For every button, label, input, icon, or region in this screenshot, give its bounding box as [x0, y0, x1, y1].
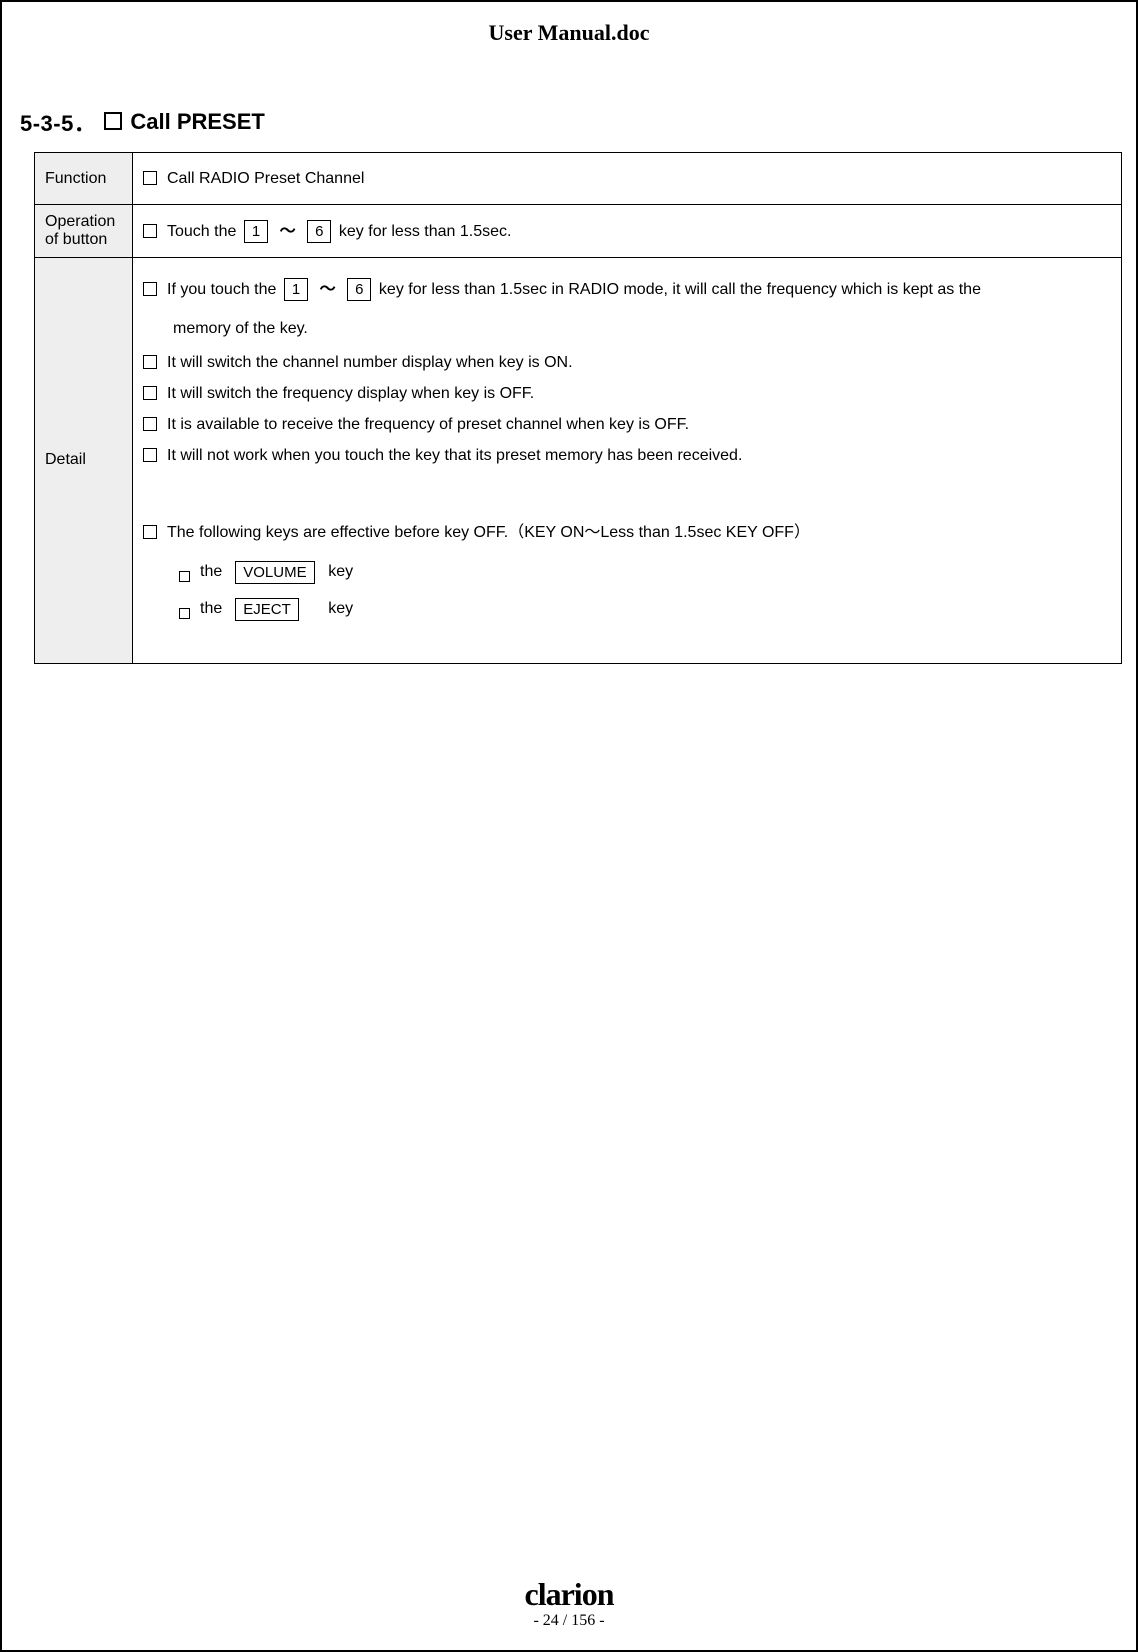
detail-bullet: It will switch the channel number displa…: [143, 349, 1111, 376]
sub-pre: the: [200, 563, 222, 581]
operation-cell: Touch the 1 ～ 6 key for less than 1.5sec…: [133, 205, 1122, 258]
doc-title: User Manual.doc: [16, 20, 1122, 46]
detail-bullet: It is available to receive the frequency…: [143, 411, 1111, 438]
sub-bullets: the VOLUME key the EJECT key: [179, 561, 1111, 621]
checkbox-icon: [143, 224, 157, 238]
text-fragment: If you touch the: [167, 281, 276, 298]
sub-post: key: [328, 563, 353, 581]
keycap-1: 1: [284, 278, 308, 301]
effective-keys-line: The following keys are effective before …: [143, 519, 1111, 546]
function-label: Function: [35, 153, 133, 205]
operation-text: Touch the 1 ～ 6 key for less than 1.5sec…: [167, 218, 511, 245]
checkbox-icon: [143, 355, 157, 369]
detail-text-1-cont: memory of the key.: [173, 315, 1111, 342]
detail-item-1: If you touch the 1 ～ 6 key for less than…: [143, 276, 1111, 303]
section-title: Call PRESET: [130, 109, 264, 135]
operation-item: Touch the 1 ～ 6 key for less than 1.5sec…: [143, 218, 1111, 245]
section-heading: 5-3-5． Call PRESET: [16, 106, 1122, 138]
checkbox-icon: [104, 112, 122, 130]
page-number: - 24 / 156 -: [2, 1612, 1136, 1630]
tilde-icon: ～: [280, 223, 296, 240]
keycap-1: 1: [244, 220, 268, 243]
checkbox-icon: [143, 417, 157, 431]
function-item: Call RADIO Preset Channel: [143, 165, 1111, 192]
footer: clarion - 24 / 156 -: [2, 1578, 1136, 1630]
detail-cell: If you touch the 1 ～ 6 key for less than…: [133, 258, 1122, 663]
checkbox-icon: [179, 608, 190, 619]
tilde-icon: ～: [320, 281, 336, 298]
text-fragment: Touch the: [167, 223, 236, 240]
detail-bullet: It will not work when you touch the key …: [143, 442, 1111, 469]
bullet-text: It will switch the frequency display whe…: [167, 380, 534, 407]
bullet-text: It is available to receive the frequency…: [167, 411, 689, 438]
sub-pre: the: [200, 600, 222, 618]
text-fragment: key for less than 1.5sec.: [339, 223, 512, 240]
text-fragment: key for less than 1.5sec in RADIO mode, …: [379, 281, 981, 298]
checkbox-icon: [143, 171, 157, 185]
page-container: User Manual.doc 5-3-5． Call PRESET Funct…: [0, 0, 1138, 1652]
checkbox-icon: [143, 525, 157, 539]
keycap-6: 6: [347, 278, 371, 301]
checkbox-icon: [143, 282, 157, 296]
bullet-text: It will not work when you touch the key …: [167, 442, 742, 469]
keycap-6: 6: [307, 220, 331, 243]
operation-row: Operation of button Touch the 1 ～ 6 key …: [35, 205, 1122, 258]
detail-label: Detail: [35, 258, 133, 663]
checkbox-icon: [179, 571, 190, 582]
brand-logo: clarion: [2, 1578, 1136, 1610]
detail-bullet: It will switch the frequency display whe…: [143, 380, 1111, 407]
checkbox-icon: [143, 386, 157, 400]
checkbox-icon: [143, 448, 157, 462]
function-text: Call RADIO Preset Channel: [167, 165, 364, 192]
sub-post: key: [328, 600, 353, 618]
sub-bullet: the VOLUME key: [179, 561, 1111, 584]
function-row: Function Call RADIO Preset Channel: [35, 153, 1122, 205]
keycap-eject: EJECT: [235, 598, 299, 621]
operation-label: Operation of button: [35, 205, 133, 258]
sub-bullet: the EJECT key: [179, 598, 1111, 621]
function-cell: Call RADIO Preset Channel: [133, 153, 1122, 205]
spec-table: Function Call RADIO Preset Channel Opera…: [34, 152, 1122, 664]
effective-text: The following keys are effective before …: [167, 519, 810, 546]
keycap-volume: VOLUME: [235, 561, 314, 584]
detail-row: Detail If you touch the 1 ～ 6 key for le…: [35, 258, 1122, 663]
bullet-text: It will switch the channel number displa…: [167, 349, 573, 376]
section-number: 5-3-5．: [20, 106, 96, 138]
spacer: [143, 473, 1111, 515]
detail-text-1: If you touch the 1 ～ 6 key for less than…: [167, 276, 981, 303]
